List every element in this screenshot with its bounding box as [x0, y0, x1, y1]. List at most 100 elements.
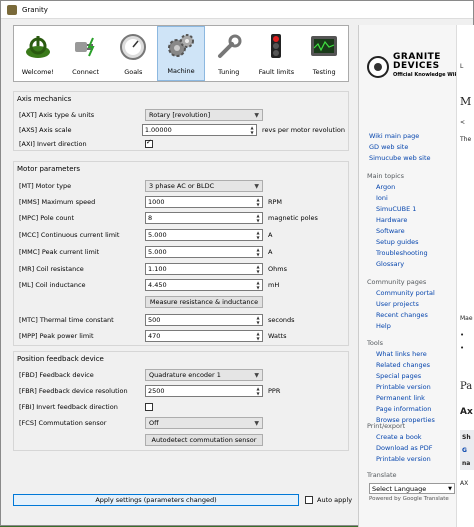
tools-nav: Tools What links here Related changes Sp…	[367, 339, 435, 424]
parameter-panel: Axis mechanics [AXT] Axis type & units R…	[13, 91, 349, 479]
spinner-arrows-icon[interactable]: ▲ ▼	[254, 247, 262, 257]
motor-type-select[interactable]: 3 phase AC or BLDC ▼	[145, 180, 263, 192]
axis-type-select[interactable]: Rotary [revolution] ▼	[145, 109, 263, 121]
peak-current-input[interactable]: 5.000 ▲ ▼	[145, 246, 263, 258]
coil-resistance-input[interactable]: 1.100 ▲ ▼	[145, 263, 263, 275]
nav-hardware[interactable]: Hardware	[376, 215, 428, 226]
app-icon	[7, 4, 17, 15]
spinner-arrows-icon[interactable]: ▲ ▼	[254, 197, 262, 207]
tab-testing[interactable]: Testing	[300, 26, 348, 81]
commutation-sensor-row: [FCS] Commutation sensor Off ▼	[19, 417, 345, 429]
peak-power-input[interactable]: 470 ▲ ▼	[145, 330, 263, 342]
nav-download-pdf[interactable]: Download as PDF	[376, 443, 432, 454]
group-title: Motor parameters	[17, 165, 81, 173]
commutation-sensor-select[interactable]: Off ▼	[145, 417, 263, 429]
nav-page-information[interactable]: Page information	[376, 404, 435, 415]
nav-printable-version[interactable]: Printable version	[376, 382, 435, 393]
nav-help[interactable]: Help	[376, 321, 435, 332]
feedback-device-row: [FBD] Feedback device Quadrature encoder…	[19, 369, 345, 381]
nav-special-pages[interactable]: Special pages	[376, 371, 435, 382]
nav-user-projects[interactable]: User projects	[376, 299, 435, 310]
nav-create-book[interactable]: Create a book	[376, 432, 432, 443]
feedback-resolution-input[interactable]: 2500 ▲ ▼	[145, 385, 263, 397]
print-export-nav: Print/export Create a book Download as P…	[367, 422, 433, 465]
chevron-down-icon: ▼	[254, 419, 259, 427]
tab-machine[interactable]: Machine	[157, 26, 205, 81]
coil-inductance-row: [ML] Coil inductance 4.450 ▲ ▼ mH	[19, 279, 280, 291]
thermal-time-input[interactable]: 500 ▲ ▼	[145, 314, 263, 326]
nav-software[interactable]: Software	[376, 226, 428, 237]
nav-related-changes[interactable]: Related changes	[376, 360, 435, 371]
gears-icon	[168, 34, 195, 57]
gd-web-site-link[interactable]: GD web site	[369, 142, 431, 153]
logo-seal-icon	[367, 55, 389, 78]
auto-apply-checkbox[interactable]	[305, 496, 313, 504]
nav-setup-guides[interactable]: Setup guides	[376, 237, 428, 248]
thermal-time-row: [MTC] Thermal time constant 500 ▲ ▼ secon…	[19, 314, 295, 326]
spinner-arrows-icon[interactable]: ▲ ▼	[254, 230, 262, 240]
title-bar: Granity	[1, 1, 473, 19]
spinner-arrows-icon[interactable]: ▲ ▼	[254, 386, 262, 396]
granity-window: Granity Welcome! Connect Goals Machine T…	[0, 0, 474, 527]
nav-troubleshooting[interactable]: Troubleshooting	[376, 248, 428, 259]
nav-recent-changes[interactable]: Recent changes	[376, 310, 435, 321]
window-title: Granity	[22, 5, 48, 14]
chevron-down-icon: ▼	[448, 485, 452, 492]
coil-resistance-row: [MR] Coil resistance 1.100 ▲ ▼ Ohms	[19, 263, 287, 275]
max-speed-input[interactable]: 1000 ▲ ▼	[145, 196, 263, 208]
feedback-resolution-row: [FBR] Feedback device resolution 2500 ▲ ▼…	[19, 385, 281, 397]
spinner-arrows-icon[interactable]: ▲ ▼	[254, 331, 262, 341]
autodetect-commutation-button[interactable]: Autodetect commutation sensor	[145, 434, 263, 446]
tab-welcome[interactable]: Welcome!	[14, 26, 62, 81]
measure-resistance-inductance-button[interactable]: Measure resistance & inductance	[145, 296, 263, 308]
tab-goals[interactable]: Goals	[109, 26, 157, 81]
max-speed-row: [MMS] Maximum speed 1000 ▲ ▼ RPM	[19, 196, 283, 208]
spinner-arrows-icon[interactable]: ▲ ▼	[254, 315, 262, 325]
tab-connect[interactable]: Connect	[62, 26, 110, 81]
nav-printable-version-2[interactable]: Printable version	[376, 454, 432, 465]
nav-argon[interactable]: Argon	[376, 182, 428, 193]
wrench-icon	[217, 34, 242, 58]
oscilloscope-icon	[311, 36, 338, 56]
translate-nav: Translate Select Language ▼ Powered by G…	[367, 469, 455, 502]
traffic-light-icon	[271, 34, 282, 58]
gauge-icon	[120, 34, 147, 60]
feedback-invert-checkbox[interactable]	[145, 403, 153, 411]
nav-what-links-here[interactable]: What links here	[376, 349, 435, 360]
simucube-web-site-link[interactable]: Simucube web site	[369, 153, 431, 164]
continuous-current-input[interactable]: 5.000 ▲ ▼	[145, 229, 263, 241]
apply-settings-button[interactable]: Apply settings (parameters changed)	[13, 494, 299, 506]
nav-permanent-link[interactable]: Permanent link	[376, 393, 435, 404]
nav-glossary[interactable]: Glossary	[376, 259, 428, 270]
main-topics-nav: Main topics Argon Ioni SimuCUBE 1 Hardwa…	[367, 172, 428, 270]
position-feedback-group: Position feedback device [FBD] Feedback …	[13, 351, 349, 451]
pole-count-input[interactable]: 8 ▲ ▼	[145, 212, 263, 224]
spinner-arrows-icon[interactable]: ▲ ▼	[254, 213, 262, 223]
auto-apply-toggle[interactable]: Auto apply	[305, 496, 352, 504]
feedback-invert-row: [FBI] Invert feedback direction	[19, 401, 345, 413]
spinner-arrows-icon[interactable]: ▲ ▼	[248, 125, 256, 135]
axis-scale-input[interactable]: 1.00000 ▲ ▼	[141, 124, 257, 136]
spinner-arrows-icon[interactable]: ▲ ▼	[254, 264, 262, 274]
axis-invert-checkbox[interactable]	[145, 138, 153, 148]
spinner-arrows-icon[interactable]: ▲ ▼	[254, 280, 262, 290]
peak-power-row: [MPP] Peak power limit 470 ▲ ▼ Watts	[19, 330, 287, 342]
plug-icon	[74, 37, 95, 57]
main-toolbar: Welcome! Connect Goals Machine Tuning Fa…	[13, 25, 349, 82]
coil-inductance-input[interactable]: 4.450 ▲ ▼	[145, 279, 263, 291]
nav-simucube[interactable]: SimuCUBE 1	[376, 204, 428, 215]
feedback-device-select[interactable]: Quadrature encoder 1 ▼	[145, 369, 263, 381]
nav-ioni[interactable]: Ioni	[376, 193, 428, 204]
wiki-main-page-link[interactable]: Wiki main page	[369, 131, 431, 142]
peak-current-row: [MMC] Peak current limit 5.000 ▲ ▼ A	[19, 246, 273, 258]
wiki-table: Sh G na	[460, 430, 474, 470]
nav-community-portal[interactable]: Community portal	[376, 288, 435, 299]
language-select[interactable]: Select Language ▼	[369, 483, 455, 494]
tab-fault-limits[interactable]: Fault limits	[253, 26, 301, 81]
granite-devices-logo[interactable]: GRANITE DEVICES Official Knowledge Wiki	[367, 53, 459, 80]
tab-tuning[interactable]: Tuning	[205, 26, 253, 81]
chevron-down-icon: ▼	[254, 371, 259, 379]
wiki-page-content: L M < The Mae • • Pa Ax Sh G na AX	[456, 25, 474, 527]
axis-mechanics-group: Axis mechanics [AXT] Axis type & units R…	[13, 91, 349, 151]
community-nav: Community pages Community portal User pr…	[367, 278, 435, 332]
